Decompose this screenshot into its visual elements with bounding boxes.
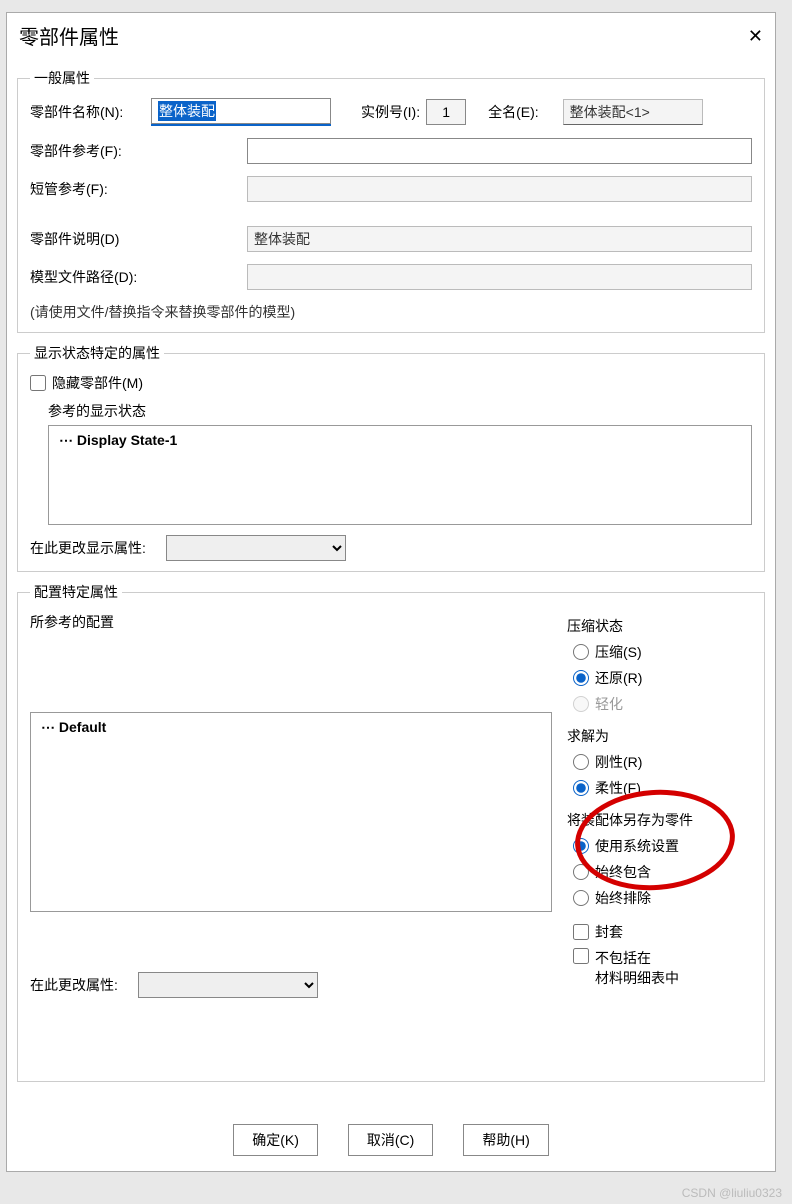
light-label: 轻化	[595, 694, 623, 714]
close-icon[interactable]: ✕	[748, 27, 763, 45]
restore-radio-row[interactable]: 还原(R)	[573, 668, 752, 688]
component-properties-dialog: 零部件属性 ✕ 一般属性 零部件名称(N): 整体装配 实例号(I): 全名(E…	[6, 12, 776, 1172]
cancel-button[interactable]: 取消(C)	[348, 1124, 433, 1156]
solve-legend: 求解为	[567, 726, 752, 746]
exclude-bom-row[interactable]: 不包括在 材料明细表中	[573, 948, 752, 988]
path-label: 模型文件路径(D):	[30, 267, 160, 287]
always-exclude-radio[interactable]	[573, 890, 589, 906]
change-display-select[interactable]	[166, 535, 346, 561]
short-ref-label: 短管参考(F):	[30, 179, 145, 199]
dialog-content: 一般属性 零部件名称(N): 整体装配 实例号(I): 全名(E): 整体装配<…	[7, 58, 775, 1114]
instance-label: 实例号(I):	[361, 102, 420, 122]
cover-label: 封套	[595, 922, 623, 942]
rigid-radio[interactable]	[573, 754, 589, 770]
watermark: CSDN @liuliu0323	[682, 1186, 782, 1200]
include-radio-row[interactable]: 始终包含	[573, 862, 752, 882]
config-default-item[interactable]: ⋯ Default	[41, 719, 106, 735]
exclude-radio-row[interactable]: 始终排除	[573, 888, 752, 908]
always-include-radio[interactable]	[573, 864, 589, 880]
desc-label: 零部件说明(D)	[30, 229, 145, 249]
system-setting-radio[interactable]	[573, 838, 589, 854]
change-display-label: 在此更改显示属性:	[30, 538, 146, 558]
titlebar: 零部件属性 ✕	[7, 13, 775, 58]
exclude-bom-checkbox[interactable]	[573, 948, 589, 964]
change-attr-select[interactable]	[138, 972, 318, 998]
dialog-footer: 确定(K) 取消(C) 帮助(H)	[7, 1114, 775, 1171]
config-properties-group: 配置特定属性 所参考的配置 ⋯ Default 在此更改属性: 压缩状态	[17, 582, 765, 1082]
general-properties-group: 一般属性 零部件名称(N): 整体装配 实例号(I): 全名(E): 整体装配<…	[17, 68, 765, 333]
replace-hint: (请使用文件/替换指令来替换零部件的模型)	[30, 302, 752, 322]
hide-component-checkbox[interactable]	[30, 375, 46, 391]
fullname-value: 整体装配<1>	[563, 99, 703, 125]
component-ref-input[interactable]	[247, 138, 752, 164]
display-state-group: 显示状态特定的属性 隐藏零部件(M) 参考的显示状态 ⋯ Display Sta…	[17, 343, 765, 572]
compress-radio-row[interactable]: 压缩(S)	[573, 642, 752, 662]
desc-value: 整体装配	[247, 226, 752, 252]
always-include-label: 始终包含	[595, 862, 651, 882]
general-legend: 一般属性	[30, 68, 94, 88]
compress-label: 压缩(S)	[595, 642, 642, 662]
exclude-bom-label: 不包括在 材料明细表中	[595, 948, 679, 988]
compress-radio[interactable]	[573, 644, 589, 660]
config-legend: 配置特定属性	[30, 582, 122, 602]
flex-label: 柔性(F)	[595, 778, 641, 798]
flex-radio-row[interactable]: 柔性(F)	[573, 778, 752, 798]
component-ref-label: 零部件参考(F):	[30, 141, 145, 161]
cover-checkbox[interactable]	[573, 924, 589, 940]
ok-button[interactable]: 确定(K)	[233, 1124, 318, 1156]
saveas-legend: 将装配体另存为零件	[567, 810, 752, 830]
rigid-radio-row[interactable]: 刚性(R)	[573, 752, 752, 772]
ref-config-label: 所参考的配置	[30, 612, 552, 632]
display-state-item[interactable]: ⋯ Display State-1	[59, 432, 177, 448]
system-radio-row[interactable]: 使用系统设置	[573, 836, 752, 856]
help-button[interactable]: 帮助(H)	[463, 1124, 548, 1156]
display-legend: 显示状态特定的属性	[30, 343, 164, 363]
fullname-label: 全名(E):	[488, 102, 539, 122]
ref-display-states-label: 参考的显示状态	[48, 401, 752, 421]
compress-legend: 压缩状态	[567, 616, 752, 636]
short-ref-value	[247, 176, 752, 202]
light-radio	[573, 696, 589, 712]
flex-radio[interactable]	[573, 780, 589, 796]
always-exclude-label: 始终排除	[595, 888, 651, 908]
restore-radio[interactable]	[573, 670, 589, 686]
restore-label: 还原(R)	[595, 668, 642, 688]
hide-component-label: 隐藏零部件(M)	[52, 373, 143, 393]
cover-check-row[interactable]: 封套	[573, 922, 752, 942]
name-label: 零部件名称(N):	[30, 102, 145, 122]
change-attr-label: 在此更改属性:	[30, 975, 118, 995]
rigid-label: 刚性(R)	[595, 752, 642, 772]
config-tree[interactable]: ⋯ Default	[30, 712, 552, 912]
path-value	[247, 264, 752, 290]
dialog-title: 零部件属性	[19, 21, 119, 50]
system-setting-label: 使用系统设置	[595, 836, 679, 856]
light-radio-row: 轻化	[573, 694, 752, 714]
display-state-tree[interactable]: ⋯ Display State-1	[48, 425, 752, 525]
instance-number-input[interactable]	[426, 99, 466, 125]
component-name-input[interactable]: 整体装配	[151, 98, 331, 124]
